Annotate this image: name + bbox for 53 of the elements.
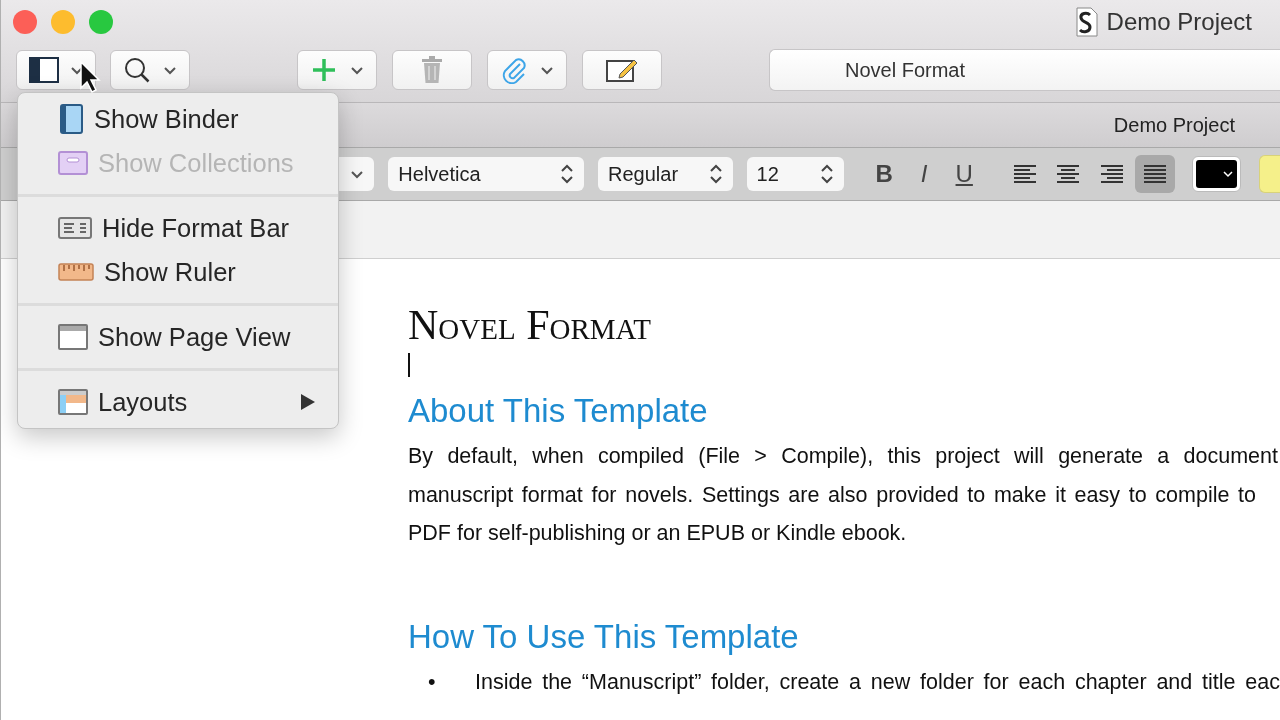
bullet-text: Inside the “Manuscript” folder, create a new folder for each chapter and title eac [475,668,1280,696]
font-style-popup[interactable]: Regular [598,157,733,191]
italic-button[interactable]: I [916,160,932,188]
ruler-icon [58,262,94,282]
bold-button[interactable]: B [871,160,897,188]
paragraph-line: By default, when compiled (File > Compile), this project will generate a document [408,443,1278,470]
attachment-button[interactable] [487,50,567,90]
window-title: Demo Project [1106,8,1252,36]
font-size-popup[interactable]: 12 [746,157,844,191]
compose-button[interactable] [582,50,662,90]
menu-item[interactable]: Layouts [18,380,338,424]
header-title: Demo Project [1113,113,1235,137]
document-title-field[interactable]: Novel Format [769,49,1280,91]
chevron-down-icon [163,65,177,75]
paperclip-icon [500,56,528,84]
layout-icon [58,389,88,415]
format-bar-icon [58,217,92,239]
search-icon [123,56,151,84]
trash-icon [420,56,444,84]
updown-chevron-icon [708,163,723,185]
underline-button[interactable]: U [951,160,977,188]
align-right-icon [1099,164,1124,184]
bullet: • [427,668,437,696]
text-cursor [408,353,410,377]
align-center-icon [1056,164,1081,184]
chevron-down-icon [350,169,365,179]
font-popup[interactable]: Helvetica [388,157,585,191]
binder-icon [58,104,84,134]
chevron-down-icon [349,65,364,75]
document-title: Novel Format [408,305,653,345]
sidebar-layout-icon [28,57,59,83]
menu-item[interactable]: Show Page View [18,315,338,359]
collection-icon [58,151,88,175]
chevron-down-icon [540,65,554,75]
chevron-down-icon [1223,170,1234,178]
paragraph-line: PDF for self-publishing or an EPUB or Kindle ebook. [408,520,908,547]
alignment-button[interactable] [1135,155,1175,193]
section-heading: About This Template [408,391,709,431]
menu-item[interactable]: Hide Format Bar [18,206,338,250]
highlight-color-well[interactable] [1259,155,1280,193]
align-left-icon [1012,164,1037,184]
mouse-pointer-icon [79,60,101,94]
paragraph-line: manuscript format for novels. Settings are also provided to make it easy to compile to [408,481,1256,509]
align-justify-icon [1143,164,1168,184]
menu-item[interactable]: Show Ruler [18,250,338,294]
plus-icon [310,57,337,83]
updown-chevron-icon [819,163,834,185]
updown-chevron-icon [560,163,575,185]
page-view-icon [58,324,88,350]
menu-item[interactable]: Show Binder [18,97,338,141]
section-heading: How To Use This Template [408,616,800,657]
document-icon [1074,7,1099,37]
search-button[interactable] [110,50,190,90]
